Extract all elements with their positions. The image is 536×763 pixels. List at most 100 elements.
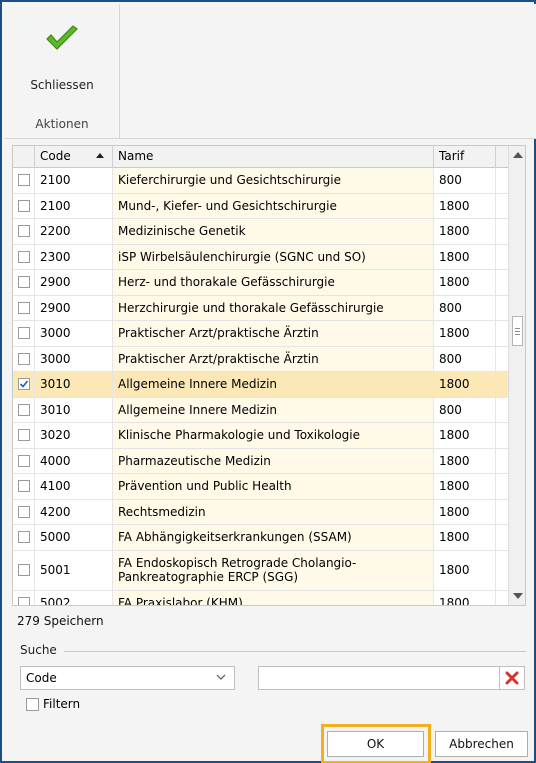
row-checkbox[interactable]	[17, 250, 30, 263]
cell-name: FA Praxislabor (KHM)	[113, 590, 434, 605]
cell-code: 2100	[35, 168, 113, 193]
row-check-cell	[13, 346, 35, 371]
row-checkbox[interactable]	[17, 174, 30, 187]
row-checkbox[interactable]	[17, 378, 30, 391]
filter-checkbox-box[interactable]	[26, 697, 39, 711]
dialog-window: Schliessen Aktionen Code Name Tarif 2100…	[0, 0, 536, 763]
row-checkbox[interactable]	[17, 301, 30, 314]
filter-checkbox[interactable]: Filtern	[26, 697, 80, 711]
clear-search-button[interactable]	[500, 666, 525, 690]
row-checkbox[interactable]	[17, 429, 30, 442]
cell-name: Klinische Pharmakologie und Toxikologie	[113, 423, 434, 448]
grid-rows: 2100 Kieferchirurgie und Gesichtschirurgi…	[13, 168, 510, 605]
row-checkbox[interactable]	[17, 596, 30, 605]
table-row[interactable]: 2100 Mund-, Kiefer- und Gesichtschirurgie…	[13, 193, 510, 219]
chevron-down-icon	[216, 674, 226, 680]
search-field-value: Code	[26, 671, 57, 685]
cell-tarif: 1800	[434, 219, 496, 244]
table-row[interactable]: 2900 Herz- und thorakale Gefässchirurgie 1…	[13, 270, 510, 296]
cell-code: 2900	[35, 295, 113, 320]
table-row[interactable]: 3000 Praktischer Arzt/praktische Ärztin 18…	[13, 321, 510, 347]
scroll-up-icon[interactable]	[513, 152, 523, 158]
scroll-thumb[interactable]	[512, 316, 523, 346]
ribbon: Schliessen Aktionen	[4, 4, 536, 139]
cell-name: Herz- und thorakale Gefässchirurgie	[113, 270, 434, 295]
vertical-scrollbar[interactable]	[508, 146, 525, 605]
row-checkbox[interactable]	[17, 225, 30, 238]
cell-code: 2100	[35, 193, 113, 218]
cell-code: 3000	[35, 346, 113, 371]
table-row[interactable]: 3020 Klinische Pharmakologie und Toxikolo…	[13, 423, 510, 449]
cell-tarif: 1800	[434, 448, 496, 473]
row-check-cell	[13, 219, 35, 244]
cell-name: FA Endoskopisch Retrograde Cholangio-Pan…	[113, 550, 434, 590]
cancel-button[interactable]: Abbrechen	[435, 731, 528, 757]
table-row[interactable]: 3010 Allgemeine Innere Medizin 800	[13, 397, 510, 423]
filter-checkbox-label: Filtern	[43, 697, 81, 711]
results-grid: Code Name Tarif 2100 Kieferchirurgie und …	[12, 145, 526, 606]
cell-code: 3000	[35, 321, 113, 346]
row-check-cell	[13, 372, 35, 397]
cell-code: 3010	[35, 372, 113, 397]
cell-code: 5001	[35, 550, 113, 590]
cell-name: Medizinische Genetik	[113, 219, 434, 244]
table-row[interactable]: 4000 Pharmazeutische Medizin 1800	[13, 448, 510, 474]
row-checkbox[interactable]	[17, 505, 30, 518]
row-checkbox[interactable]	[17, 327, 30, 340]
row-checkbox[interactable]	[17, 276, 30, 289]
table-row[interactable]: 2900 Herzchirurgie und thorakale Gefässch…	[13, 295, 510, 321]
table-row[interactable]: 2100 Kieferchirurgie und Gesichtschirurgi…	[13, 168, 510, 194]
row-checkbox[interactable]	[17, 480, 30, 493]
row-check-cell	[13, 193, 35, 218]
table-row[interactable]: 5001 FA Endoskopisch Retrograde Cholangio…	[13, 550, 510, 591]
row-checkbox[interactable]	[17, 454, 30, 467]
cell-tarif: 1800	[434, 423, 496, 448]
checkmark-icon	[19, 380, 28, 388]
table-row[interactable]: 4100 Prävention und Public Health 1800	[13, 474, 510, 500]
cell-name: FA Abhängigkeitserkrankungen (SSAM)	[113, 525, 434, 550]
cell-code: 5002	[35, 590, 113, 605]
header-name[interactable]: Name	[113, 146, 434, 168]
cell-code: 2900	[35, 270, 113, 295]
record-count: 279 Speichern	[17, 614, 104, 628]
table-row[interactable]: 4200 Rechtsmedizin 1800	[13, 499, 510, 525]
grid-header: Code Name Tarif	[13, 146, 510, 168]
table-row[interactable]: 5000 FA Abhängigkeitserkrankungen (SSAM) 1…	[13, 525, 510, 551]
table-row[interactable]: 5002 FA Praxislabor (KHM) 1800	[13, 590, 510, 605]
cell-tarif: 1800	[434, 550, 496, 590]
table-row[interactable]: 2300 iSP Wirbelsäulenchirurgie (SGNC und …	[13, 244, 510, 270]
search-field-select[interactable]: Code	[20, 666, 235, 690]
row-check-cell	[13, 423, 35, 448]
row-check-cell	[13, 270, 35, 295]
header-code-label: Code	[40, 149, 71, 163]
cell-name: Kieferchirurgie und Gesichtschirurgie	[113, 168, 434, 193]
table-row[interactable]: 3000 Praktischer Arzt/praktische Ärztin 80…	[13, 346, 510, 372]
header-code[interactable]: Code	[35, 146, 113, 168]
cell-tarif: 1800	[434, 321, 496, 346]
cell-tarif: 1800	[434, 474, 496, 499]
cell-code: 5000	[35, 525, 113, 550]
cell-tarif: 1800	[434, 499, 496, 524]
row-checkbox[interactable]	[17, 403, 30, 416]
row-checkbox[interactable]	[17, 199, 30, 212]
scroll-down-icon[interactable]	[513, 593, 523, 599]
cell-code: 4100	[35, 474, 113, 499]
cell-code: 4000	[35, 448, 113, 473]
close-button[interactable]: Schliessen	[14, 12, 110, 104]
row-check-cell	[13, 525, 35, 550]
cell-code: 4200	[35, 499, 113, 524]
cell-tarif: 1800	[434, 244, 496, 269]
table-row[interactable]: 2200 Medizinische Genetik 1800	[13, 219, 510, 245]
search-input[interactable]	[258, 666, 500, 690]
ok-button[interactable]: OK	[327, 731, 424, 757]
table-row[interactable]: 3010 Allgemeine Innere Medizin 1800	[13, 372, 510, 398]
row-checkbox[interactable]	[17, 352, 30, 365]
row-checkbox[interactable]	[17, 531, 30, 544]
cell-name: Praktischer Arzt/praktische Ärztin	[113, 321, 434, 346]
row-checkbox[interactable]	[17, 564, 30, 576]
header-tarif[interactable]: Tarif	[434, 146, 496, 168]
cell-tarif: 1800	[434, 590, 496, 605]
cell-name: Allgemeine Innere Medizin	[113, 372, 434, 397]
row-check-cell	[13, 448, 35, 473]
ribbon-group-actions: Schliessen Aktionen	[4, 4, 120, 139]
